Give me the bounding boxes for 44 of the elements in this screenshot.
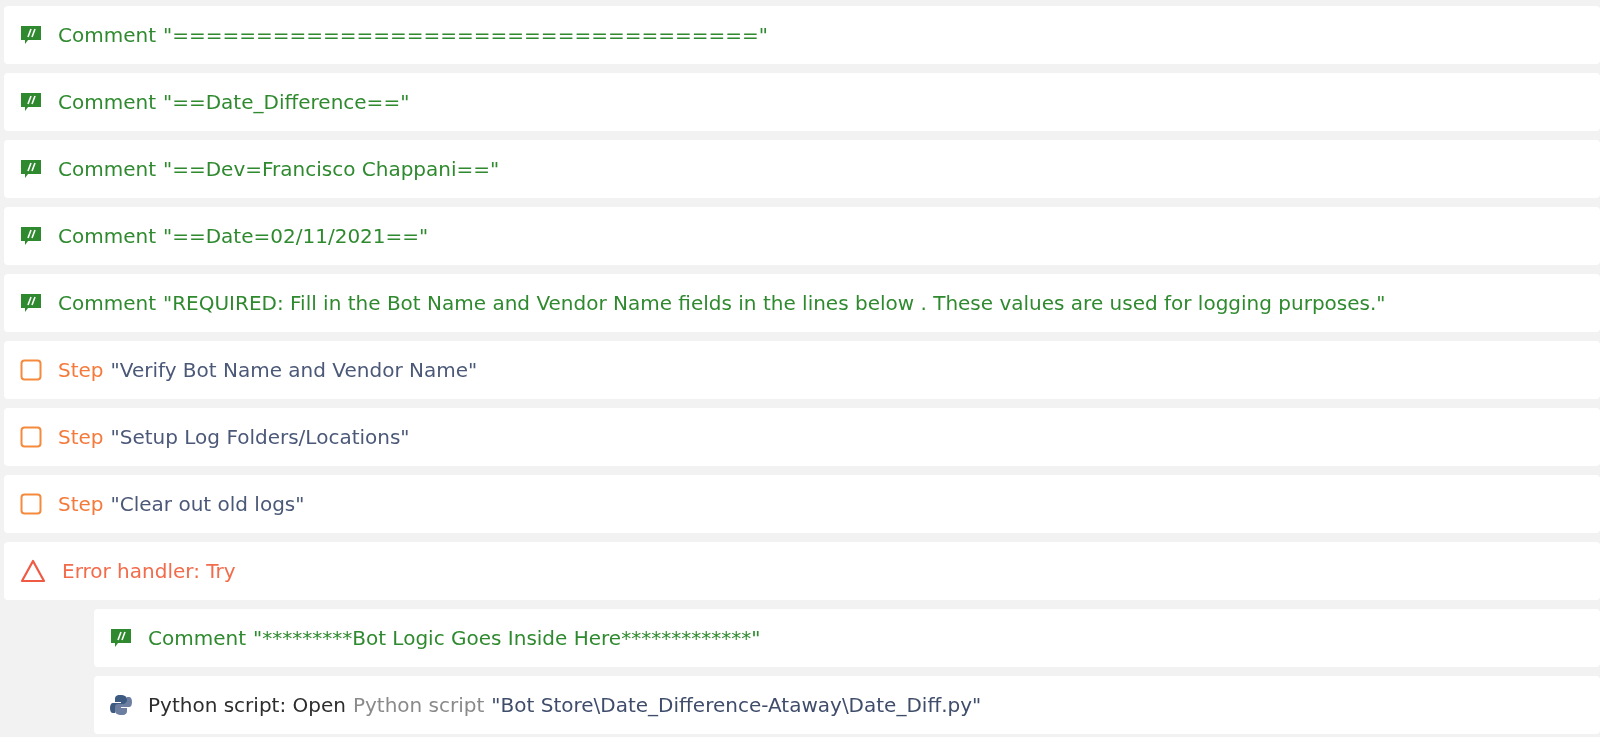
comment-icon [20, 226, 42, 246]
comment-icon [20, 293, 42, 313]
action-row[interactable]: Python script: Open Python script "Bot Store\Date_Difference-Ataway\Date_Diff.py" [94, 676, 1600, 734]
square-icon [20, 426, 42, 448]
action-text: "Setup Log Folders/Locations" [110, 424, 410, 451]
action-row[interactable]: Step "Verify Bot Name and Vendor Name" [4, 341, 1600, 399]
comment-icon [110, 628, 132, 648]
action-row[interactable]: Comment "==Date=02/11/2021==" [4, 207, 1600, 265]
action-label: Comment [58, 89, 156, 116]
action-label: Comment [58, 22, 156, 49]
square-icon [20, 359, 42, 381]
action-text: "Verify Bot Name and Vendor Name" [110, 357, 478, 384]
comment-icon [20, 92, 42, 112]
action-text: "Bot Store\Date_Difference-Ataway\Date_Diff.py" [491, 692, 982, 719]
python-icon [110, 694, 132, 716]
action-row[interactable]: Comment "===================================" [4, 6, 1600, 64]
action-label: Error handler: Try [62, 558, 236, 585]
comment-icon [20, 25, 42, 45]
action-detail: Python script [352, 692, 485, 719]
action-text: "REQUIRED: Fill in the Bot Name and Vendor Name fields in the lines below . These values are used for logging purposes." [163, 290, 1386, 317]
action-text: "==Date_Difference==" [163, 89, 410, 116]
action-label: Step [58, 424, 104, 451]
action-label: Step [58, 357, 104, 384]
action-row[interactable]: Error handler: Try [4, 542, 1600, 600]
action-text: "Clear out old logs" [110, 491, 305, 518]
action-label: Comment [58, 290, 156, 317]
action-label: Comment [58, 156, 156, 183]
action-row[interactable]: Step "Clear out old logs" [4, 475, 1600, 533]
action-label: Comment [58, 223, 156, 250]
action-row[interactable]: Comment "*********Bot Logic Goes Inside Here*************" [94, 609, 1600, 667]
action-text: "*********Bot Logic Goes Inside Here*************" [253, 625, 761, 652]
action-label: Python script: Open [148, 692, 346, 719]
action-text: "==Dev=Francisco Chappani==" [163, 156, 500, 183]
action-label: Comment [148, 625, 246, 652]
warning-icon [20, 559, 46, 583]
square-icon [20, 493, 42, 515]
action-text: "===================================" [163, 22, 768, 49]
comment-icon [20, 159, 42, 179]
action-row[interactable]: Comment "REQUIRED: Fill in the Bot Name and Vendor Name fields in the lines below . These values are used for logging purposes." [4, 274, 1600, 332]
action-label: Step [58, 491, 104, 518]
action-text: "==Date=02/11/2021==" [163, 223, 429, 250]
action-row[interactable]: Comment "==Dev=Francisco Chappani==" [4, 140, 1600, 198]
action-row[interactable]: Step "Setup Log Folders/Locations" [4, 408, 1600, 466]
action-row[interactable]: Comment "==Date_Difference==" [4, 73, 1600, 131]
